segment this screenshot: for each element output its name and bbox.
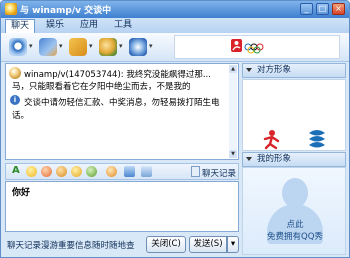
invite-dropdown-icon[interactable]: ▾	[119, 42, 125, 52]
voice-icon[interactable]	[39, 38, 57, 56]
chat-history-pane[interactable]: winamp/v(147053744): 我终究没能飙得过那... 马，只能眼看…	[5, 63, 239, 160]
magic-emoji-icon[interactable]	[41, 166, 52, 177]
my-show-label: 我的形象	[257, 154, 292, 164]
collapse-icon[interactable]	[246, 157, 252, 161]
webcam-icon[interactable]	[9, 38, 27, 56]
peer-show-header[interactable]: 对方形象	[242, 63, 346, 78]
show-promo-line2[interactable]: 免费拥有QQ秀	[243, 230, 347, 242]
close-button[interactable]: 关闭(C)	[146, 236, 186, 253]
my-show-area[interactable]: 点此 免费拥有QQ秀	[242, 167, 346, 255]
app-share-icon[interactable]	[129, 38, 147, 56]
invite-icon[interactable]	[99, 38, 117, 56]
tab-apps[interactable]: 应用	[75, 18, 103, 33]
my-show-header[interactable]: 我的形象	[242, 152, 346, 167]
history-icon[interactable]	[191, 166, 200, 177]
beijing-2008-olympic-logo	[231, 39, 264, 54]
scene-icon[interactable]	[71, 166, 82, 177]
voice-dropdown-icon[interactable]: ▾	[59, 42, 65, 52]
title-bar[interactable]: 与 winamp/v 交谈中 _ □ ×	[1, 1, 349, 18]
info-icon: i	[10, 95, 20, 105]
shake-window-icon[interactable]	[56, 166, 67, 177]
system-notice-cont: 话。	[12, 111, 30, 121]
send-button[interactable]: 发送(S)	[189, 236, 227, 253]
chat-history-button[interactable]: 聊天记录	[202, 167, 236, 179]
scroll-down-icon[interactable]: ▼	[229, 150, 237, 158]
send-options-icon[interactable]: ▾	[227, 236, 239, 253]
chat-scrollbar[interactable]: ▲ ▼	[229, 65, 237, 158]
message-body: 马，只能眼看着它在夕阳中绝尘而去，不是我的	[12, 82, 191, 92]
minimize-button[interactable]: _	[300, 3, 313, 15]
menu-bar: 聊天 娱乐 应用 工具	[1, 18, 349, 33]
music-icon[interactable]	[106, 166, 117, 177]
screenshot-icon[interactable]	[124, 166, 135, 177]
more-tools-icon[interactable]	[141, 166, 152, 177]
chat-window: 与 winamp/v 交谈中 _ □ × 聊天 娱乐 应用 工具 ▾ ▾ ▾ ▾…	[0, 0, 350, 258]
maximize-button[interactable]: □	[316, 3, 329, 15]
system-notice: 交谈中请勿轻信汇款、中奖消息，勿轻易拨打陌生电	[24, 98, 220, 108]
app-share-dropdown-icon[interactable]: ▾	[149, 42, 155, 52]
message-header: winamp/v(147053744): 我终究没能飙得过那...	[24, 70, 211, 80]
olympic-sport-icon	[263, 130, 280, 150]
peer-show-label: 对方形象	[257, 65, 292, 75]
tab-entertainment[interactable]: 娱乐	[41, 18, 69, 33]
tab-chat[interactable]: 聊天	[5, 19, 36, 33]
window-title: 与 winamp/v 交谈中	[20, 6, 112, 16]
file-transfer-icon[interactable]	[69, 38, 87, 56]
scroll-up-icon[interactable]: ▲	[229, 65, 237, 73]
input-value[interactable]: 你好	[12, 185, 30, 198]
qq-logo-icon	[5, 3, 17, 15]
input-toolbar: A 聊天记录	[5, 163, 239, 180]
close-window-button[interactable]: ×	[332, 3, 345, 15]
message-input[interactable]: 你好	[5, 181, 239, 232]
status-hint[interactable]: 聊天记录漫游重要信息随时随地查	[7, 239, 135, 251]
collapse-icon[interactable]	[246, 68, 252, 72]
ad-banner[interactable]	[174, 35, 340, 59]
show-promo-line1[interactable]: 点此	[243, 218, 347, 230]
font-icon[interactable]: A	[12, 165, 20, 176]
peer-show-area[interactable]	[242, 79, 346, 151]
china-mobile-icon	[309, 130, 325, 148]
webcam-dropdown-icon[interactable]: ▾	[29, 42, 35, 52]
show-panel: 对方形象 我的形象 点此 免费拥有QQ秀	[242, 63, 346, 255]
tab-tools[interactable]: 工具	[109, 18, 137, 33]
voice-message-icon[interactable]	[86, 166, 97, 177]
emoji-icon[interactable]	[26, 166, 37, 177]
avatar	[9, 67, 21, 79]
file-dropdown-icon[interactable]: ▾	[89, 42, 95, 52]
